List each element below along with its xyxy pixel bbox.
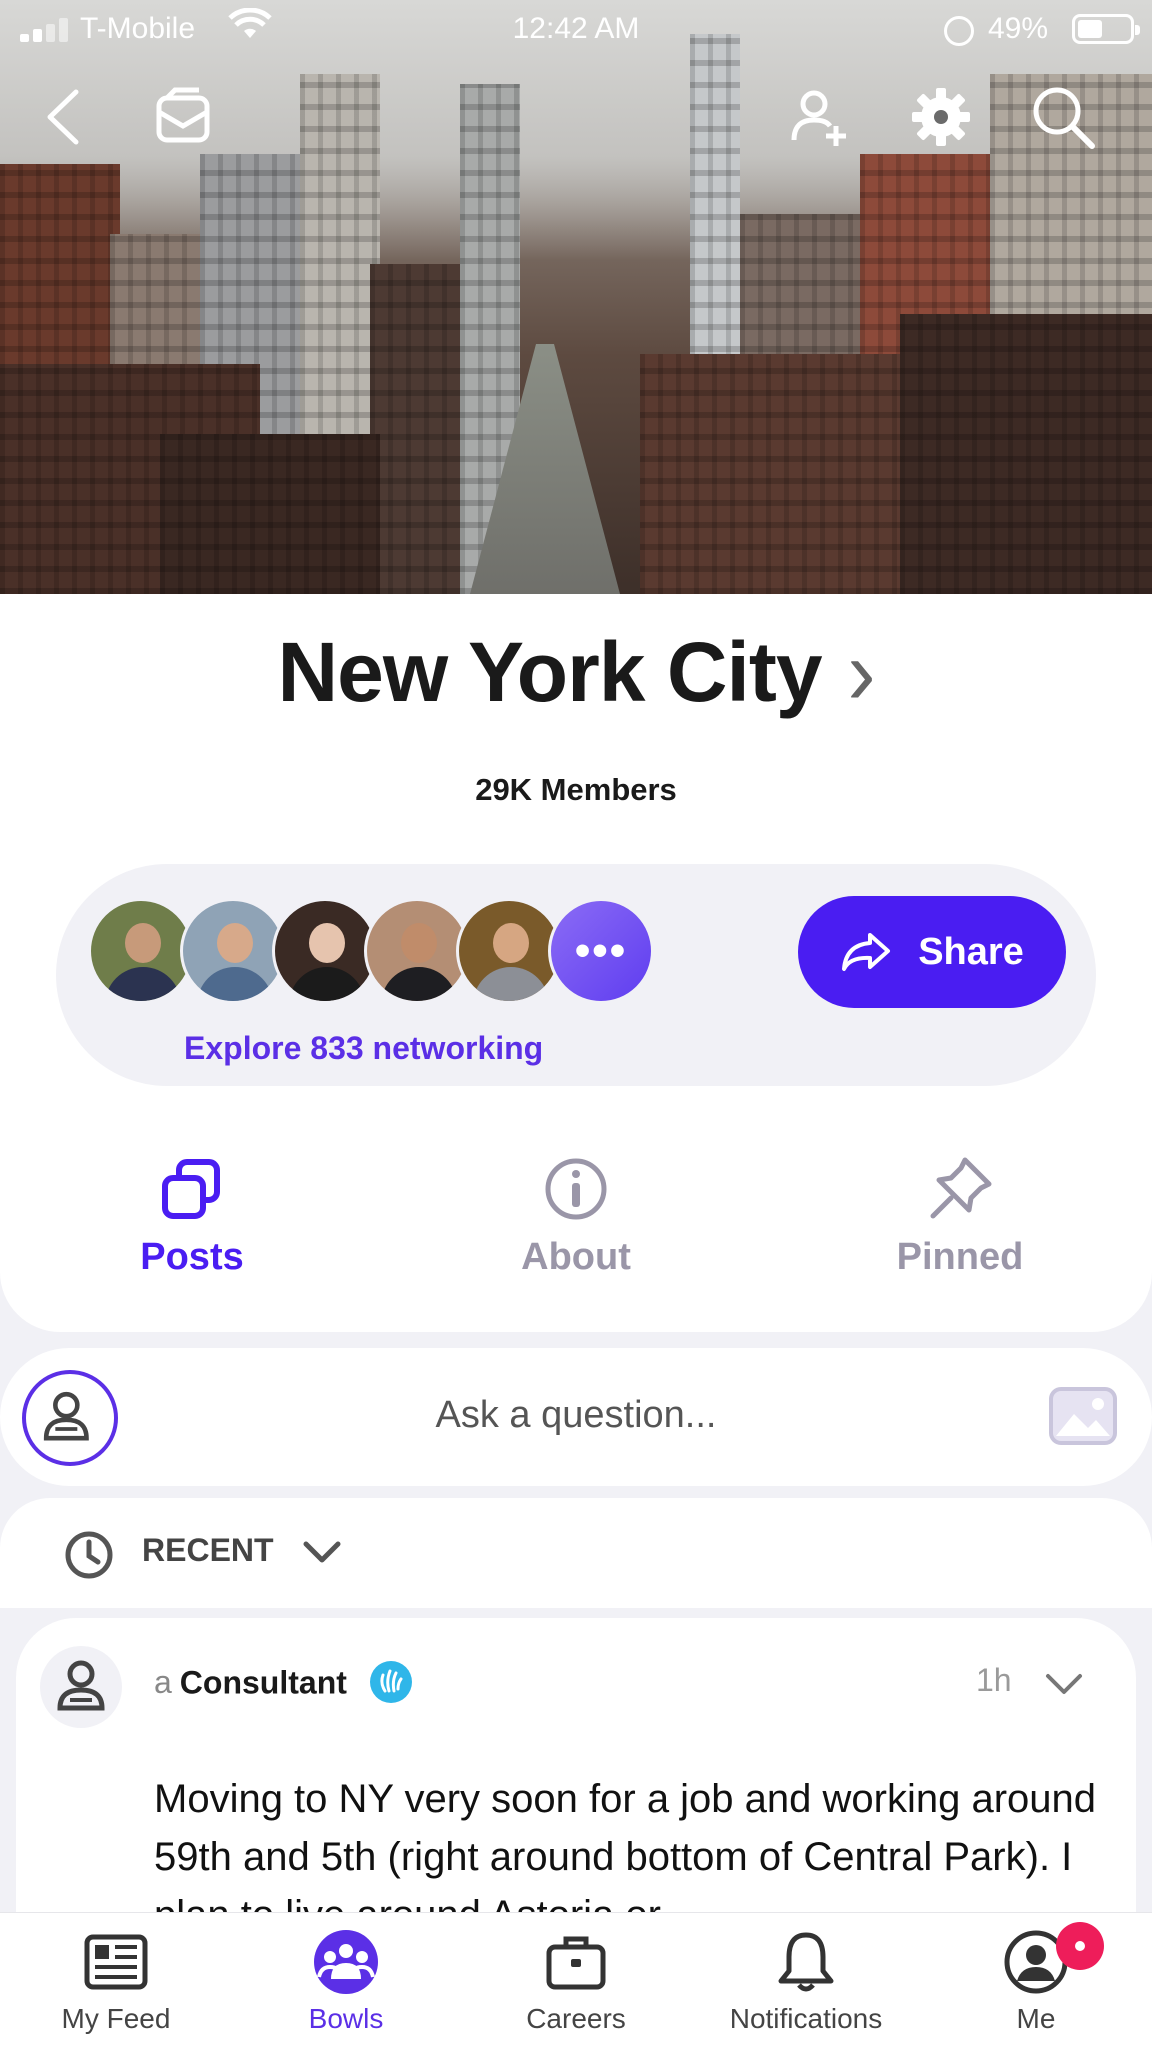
battery-percent: 49% — [988, 12, 1049, 45]
group-title[interactable]: New York City › — [0, 620, 1152, 723]
nav-label: Bowls — [308, 2003, 384, 2034]
nav-me[interactable]: Me — [921, 1927, 1151, 2035]
author-article: a — [154, 1664, 172, 1701]
avatar — [456, 898, 562, 1004]
avatar — [180, 898, 286, 1004]
clock-icon — [64, 1530, 114, 1580]
ask-input-placeholder: Ask a question... — [435, 1394, 717, 1436]
group-name: New York City — [277, 625, 822, 719]
share-button[interactable]: Share — [798, 896, 1066, 1008]
author-role: Consultant — [179, 1664, 347, 1701]
nav-label: My Feed — [61, 2003, 171, 2034]
share-arrow-icon — [842, 933, 891, 971]
image-upload-icon[interactable] — [1048, 1386, 1118, 1446]
explore-card: ••• Explore 833 networking Share — [56, 864, 1096, 1086]
tab-label: About — [521, 1236, 631, 1278]
nav-bowls[interactable]: Bowls — [231, 1927, 461, 2035]
post-time: 1h — [976, 1662, 1012, 1698]
nav-careers[interactable]: Careers — [461, 1927, 691, 2035]
tab-about[interactable]: About — [446, 1154, 706, 1279]
member-count: 29K Members — [475, 772, 677, 807]
group-header: New York City › 29K Members ••• Explore 8… — [0, 594, 1152, 1332]
back-icon[interactable] — [32, 84, 98, 150]
tab-label: Posts — [140, 1236, 244, 1278]
post-author[interactable]: a Consultant — [154, 1661, 412, 1706]
bowls-icon — [311, 1927, 381, 1997]
inbox-icon[interactable] — [150, 84, 216, 150]
feed-icon — [81, 1927, 151, 1997]
briefcase-icon — [541, 1927, 611, 1997]
chevron-right-icon: › — [847, 620, 876, 724]
rotation-lock-icon — [944, 16, 974, 46]
group-tabs: Posts About Pinned — [0, 1154, 1152, 1304]
nav-notifications[interactable]: Notifications — [691, 1927, 921, 2035]
pin-icon — [925, 1154, 995, 1224]
tab-pinned[interactable]: Pinned — [830, 1154, 1090, 1279]
clock-time: 12:42 AM — [512, 12, 640, 45]
avatar — [88, 898, 194, 1004]
search-icon[interactable] — [1030, 84, 1096, 150]
bell-icon — [771, 1927, 841, 1997]
avatar — [364, 898, 470, 1004]
avatar — [272, 898, 378, 1004]
sort-label: RECENT — [142, 1532, 274, 1568]
status-bar: T-Mobile 12:42 AM 49% — [0, 0, 1152, 58]
notification-dot-icon — [1056, 1922, 1104, 1970]
info-icon — [541, 1154, 611, 1224]
chevron-down-icon — [300, 1534, 344, 1570]
add-member-icon[interactable] — [786, 84, 852, 150]
question-composer[interactable]: Ask a question... — [0, 1348, 1152, 1486]
posts-icon — [157, 1154, 227, 1224]
nav-label: Careers — [526, 2003, 626, 2034]
cover-image: T-Mobile 12:42 AM 49% — [0, 0, 1152, 594]
nav-my-feed[interactable]: My Feed — [1, 1927, 231, 2035]
battery-icon — [1072, 14, 1140, 44]
post-options-chevron-icon[interactable] — [1042, 1666, 1086, 1702]
share-label: Share — [918, 930, 1024, 973]
verified-wave-badge-icon — [369, 1661, 412, 1703]
tab-posts[interactable]: Posts — [62, 1154, 322, 1279]
more-members-icon: ••• — [548, 898, 654, 1004]
tab-label: Pinned — [896, 1236, 1024, 1278]
explore-networking-link[interactable]: Explore 833 networking — [184, 1030, 543, 1067]
nav-label: Notifications — [729, 2003, 883, 2034]
author-avatar-icon — [40, 1646, 122, 1728]
nav-label: Me — [1016, 2003, 1056, 2034]
sort-bar[interactable]: RECENT — [0, 1498, 1152, 1608]
settings-gear-icon[interactable] — [908, 84, 974, 150]
bottom-nav: My Feed Bowls Careers Notifications Me — [0, 1912, 1152, 2048]
